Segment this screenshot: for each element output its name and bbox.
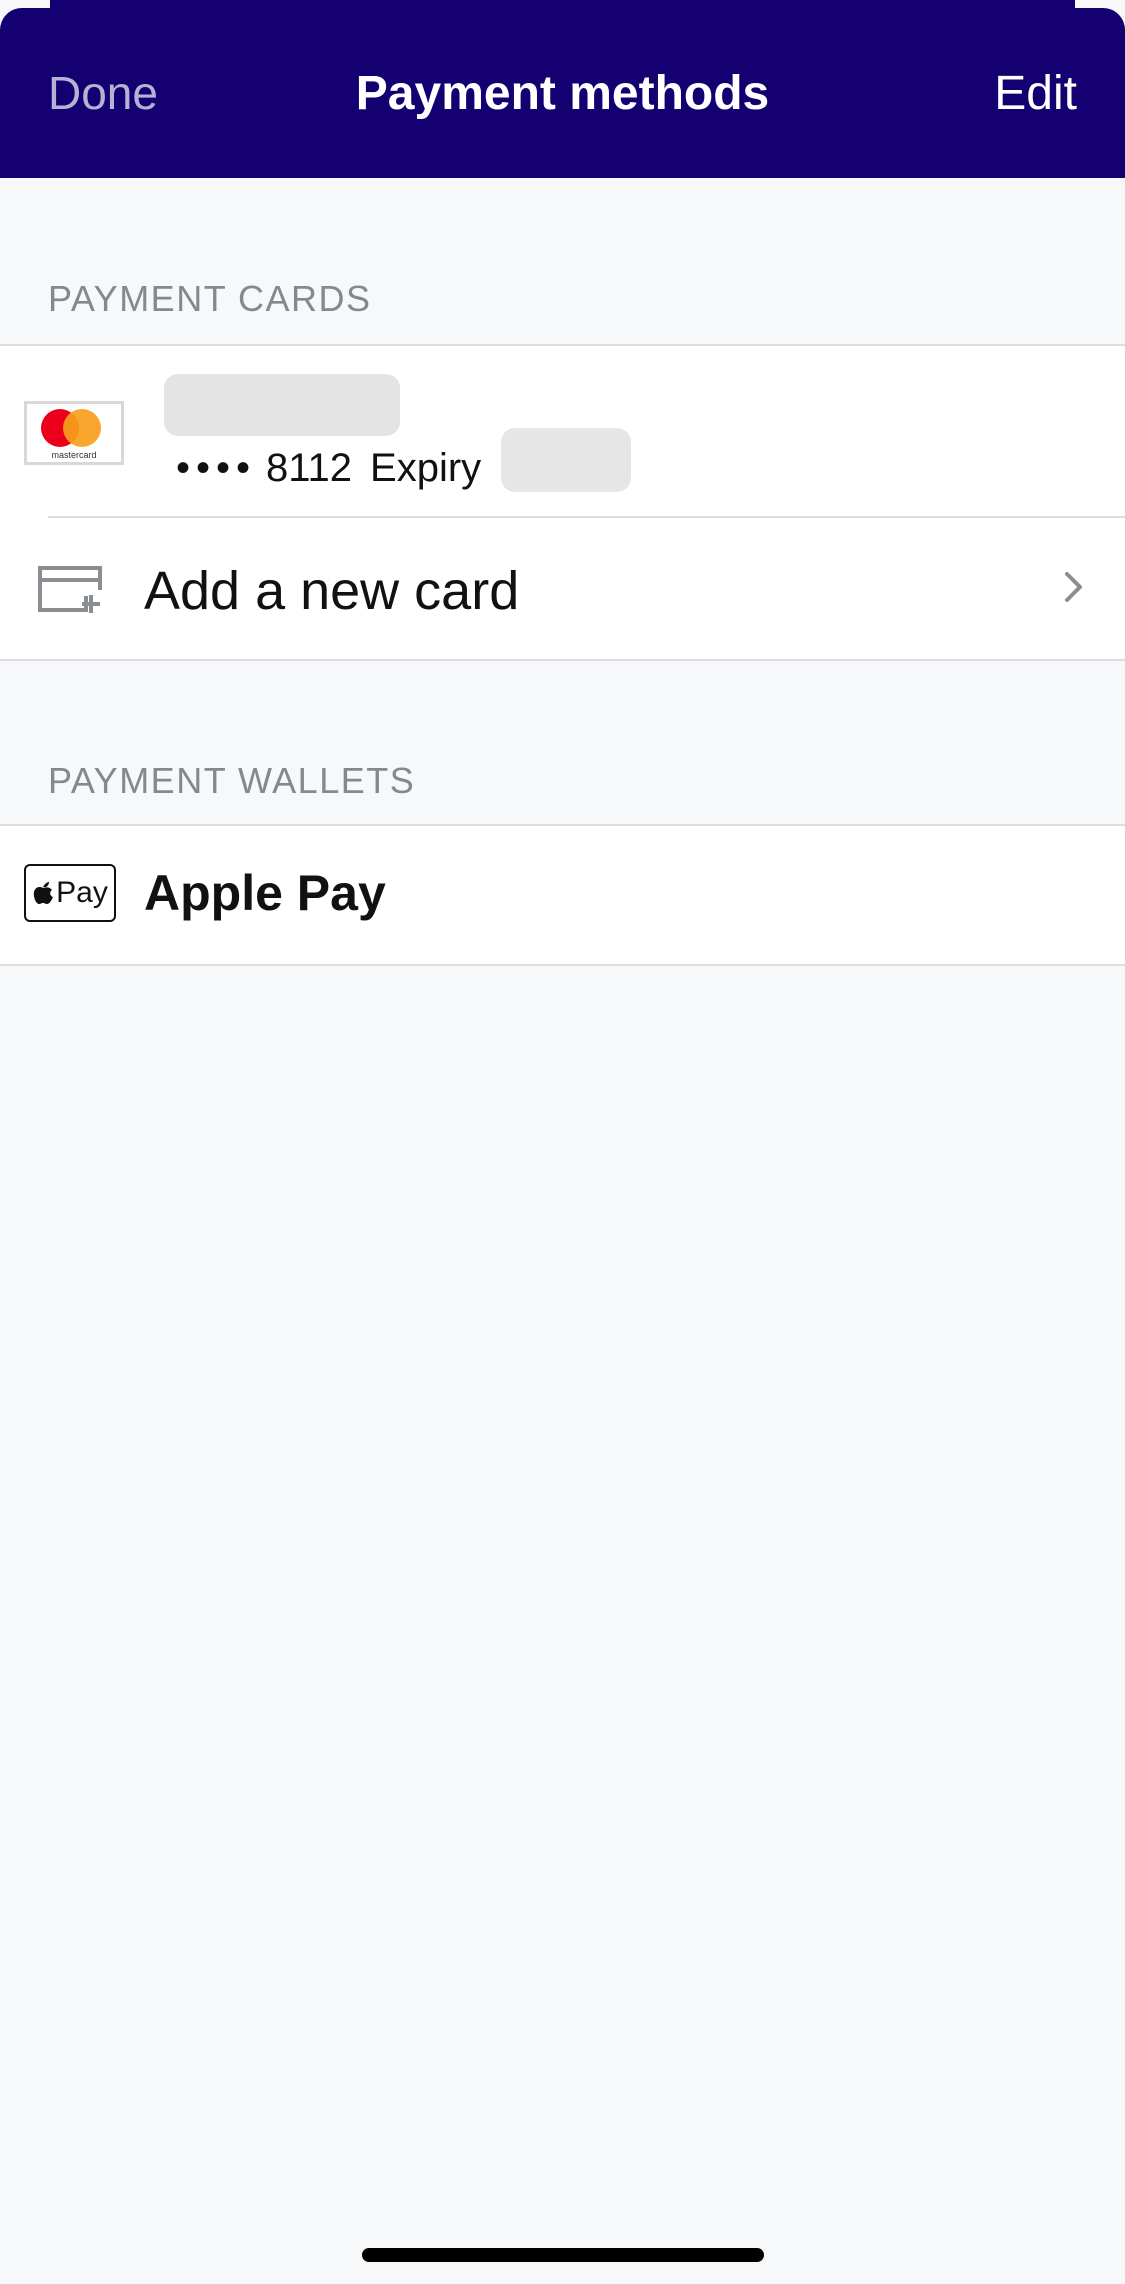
home-indicator[interactable] — [362, 2248, 764, 2262]
apple-pay-icon: Pay — [24, 864, 116, 922]
saved-card-row[interactable]: mastercard •••• 8112 Expiry — [0, 346, 1125, 516]
apple-pay-label: Apple Pay — [144, 865, 386, 921]
page-title: Payment methods — [355, 67, 770, 120]
apple-pay-badge-text: Pay — [56, 876, 108, 909]
expiry-redacted — [501, 428, 631, 492]
mastercard-wordmark: mastercard — [51, 450, 97, 460]
navigation-bar: Done Payment methods Edit — [0, 8, 1125, 178]
payment-cards-header: PAYMENT CARDS — [48, 278, 372, 319]
apple-logo-icon — [33, 882, 54, 904]
edit-button[interactable]: Edit — [994, 66, 1077, 121]
apple-pay-row[interactable]: Pay Apple Pay — [0, 826, 1125, 962]
payment-cards-group: mastercard •••• 8112 Expiry Add a new card — [0, 344, 1125, 661]
masked-digits: •••• — [176, 446, 257, 490]
mastercard-icon: mastercard — [24, 401, 124, 465]
add-card-label: Add a new card — [144, 561, 520, 621]
card-number: •••• 8112 Expiry — [176, 446, 481, 491]
expiry-label: Expiry — [370, 446, 482, 490]
payment-wallets-group: Pay Apple Pay — [0, 824, 1125, 966]
add-card-icon — [36, 564, 104, 619]
chevron-right-icon — [1063, 570, 1085, 609]
card-last4: 8112 — [266, 446, 353, 490]
card-name-redacted — [164, 374, 400, 436]
payment-wallets-header: PAYMENT WALLETS — [48, 760, 416, 801]
add-new-card-row[interactable]: Add a new card — [0, 518, 1125, 658]
